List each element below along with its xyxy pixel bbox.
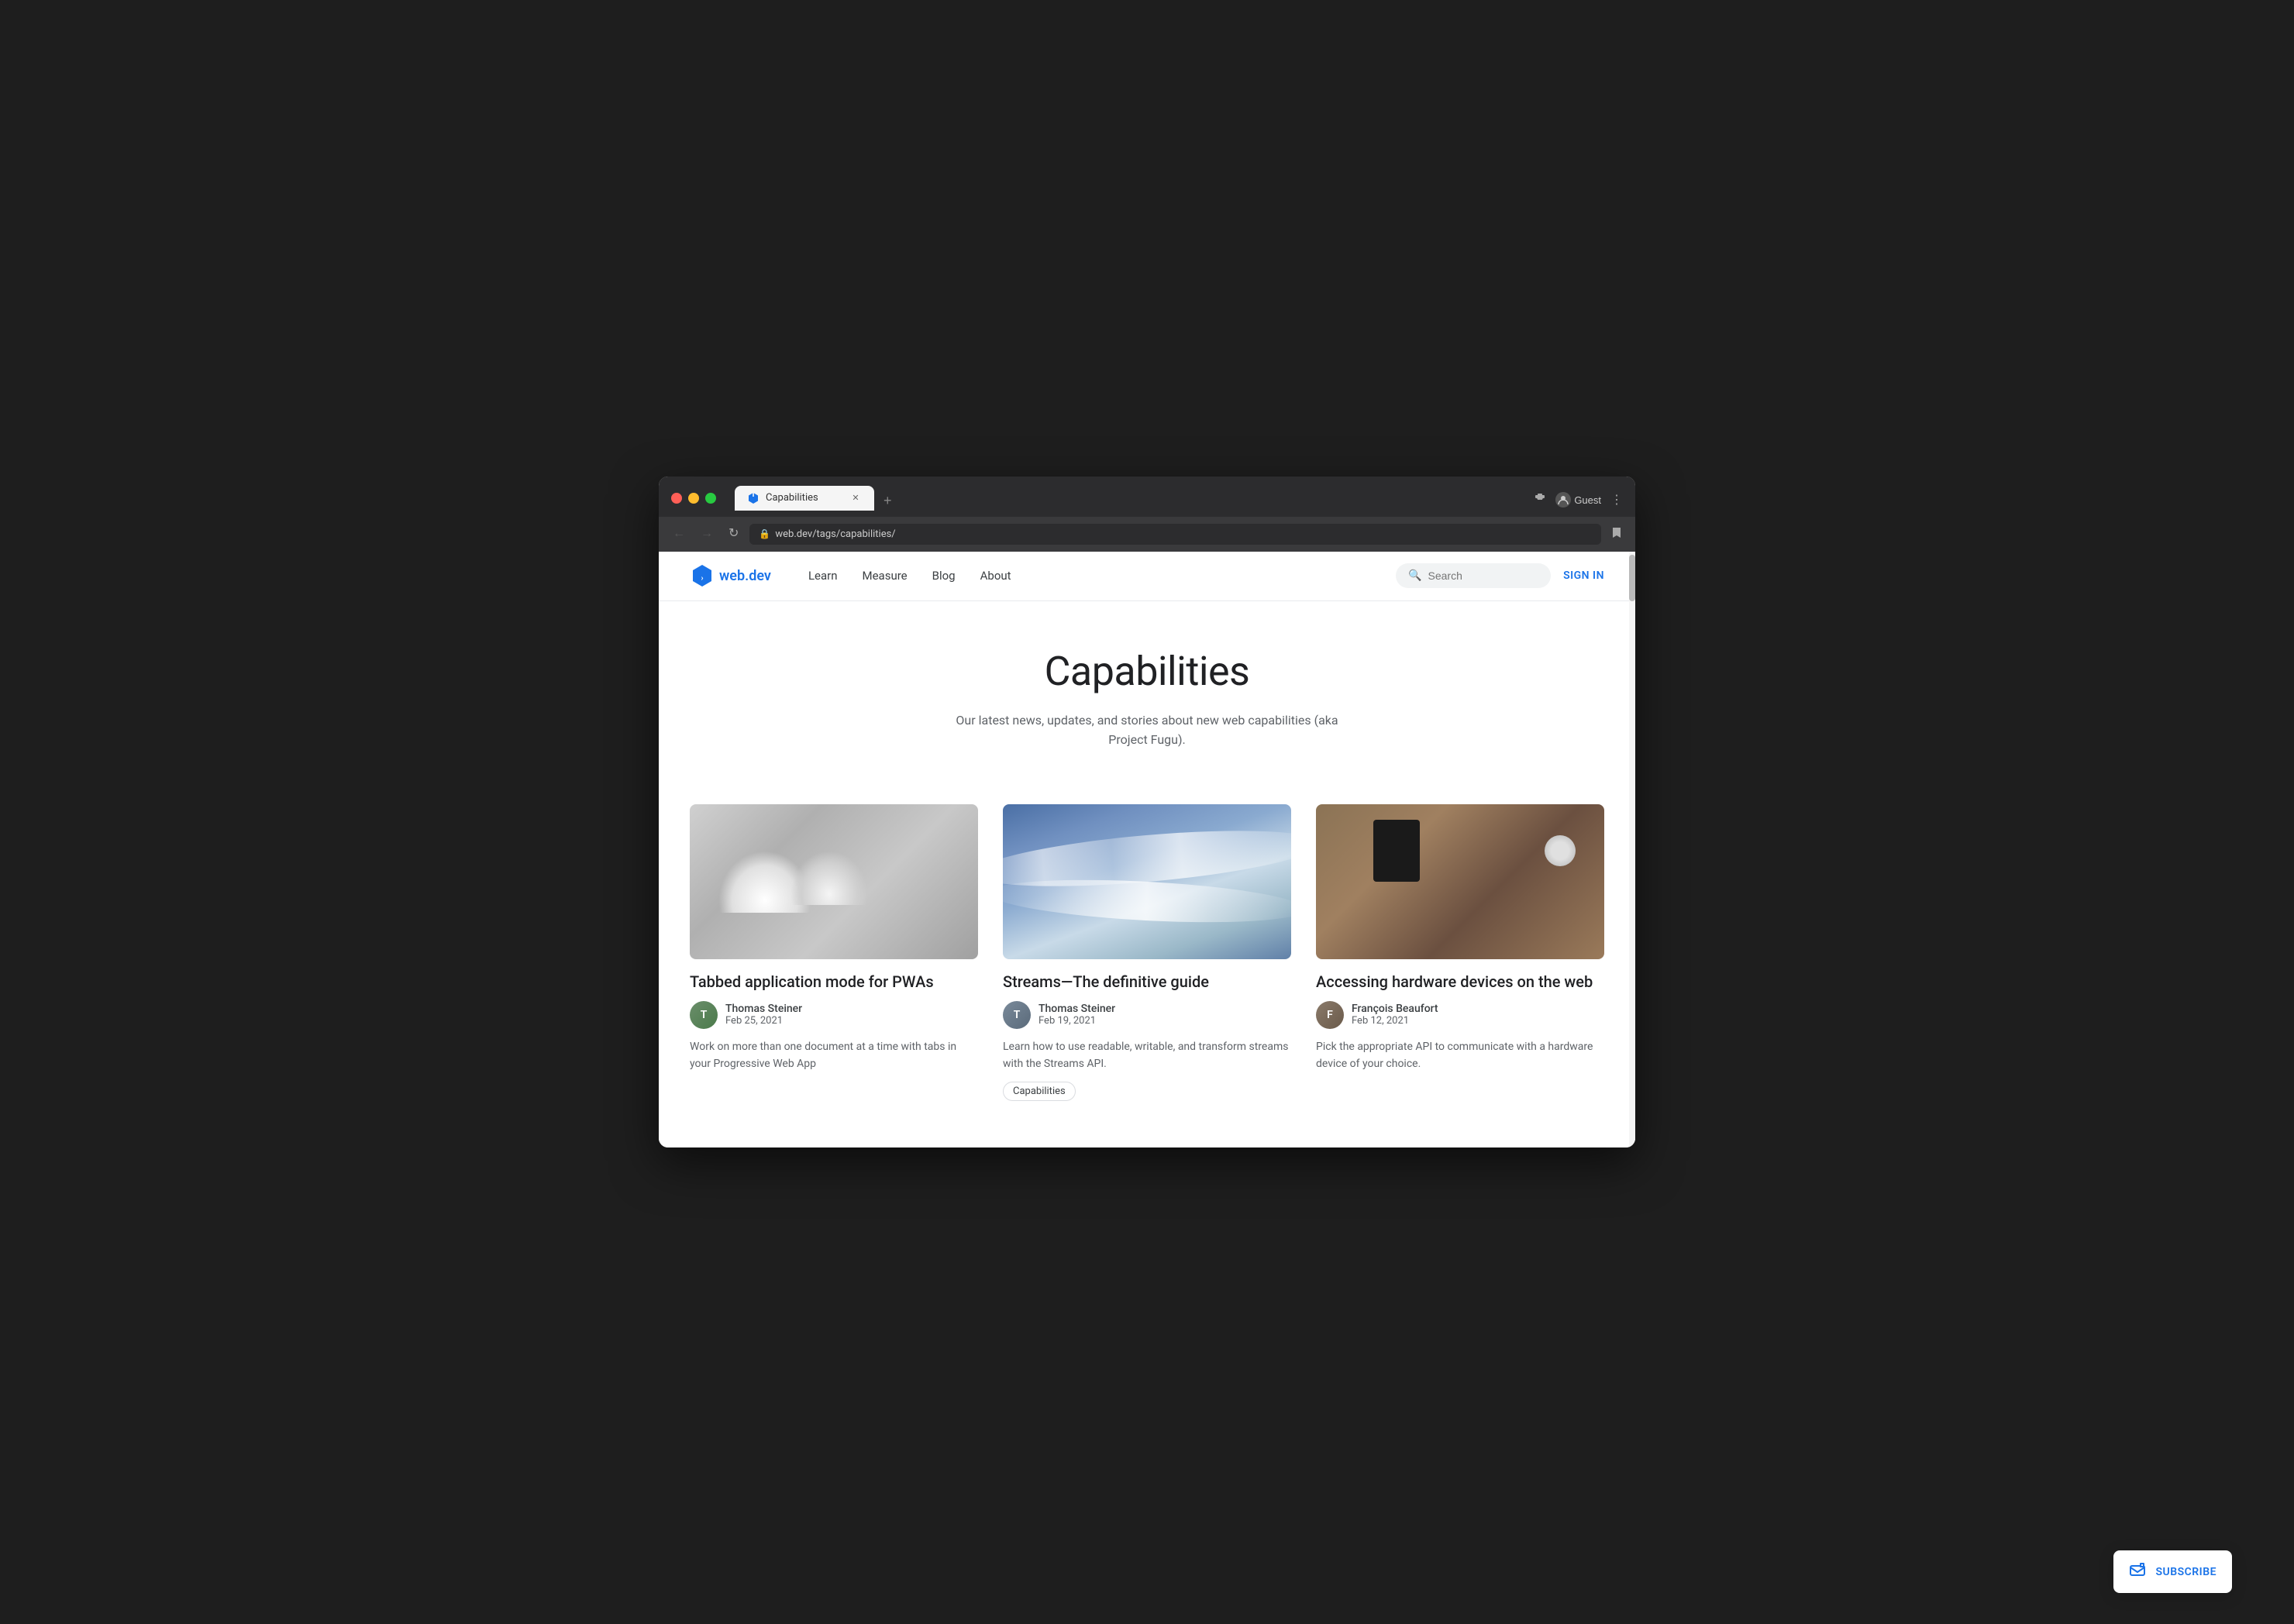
article-title-2: Streams—The definitive guide (1003, 972, 1291, 992)
article-image-3 (1316, 804, 1604, 959)
hero-title: Capabilities (690, 648, 1604, 695)
address-url: web.dev/tags/capabilities/ (775, 528, 895, 540)
article-title-3: Accessing hardware devices on the web (1316, 972, 1604, 992)
profile-button[interactable]: Guest (1555, 492, 1601, 508)
article-date-1: Feb 25, 2021 (725, 1015, 802, 1027)
hero-description: Our latest news, updates, and stories ab… (953, 710, 1341, 750)
browser-chrome: Capabilities ✕ + (659, 477, 1635, 552)
article-image-2 (1003, 804, 1291, 959)
hero-section: Capabilities Our latest news, updates, a… (659, 601, 1635, 781)
author-name-3: François Beaufort (1352, 1003, 1438, 1015)
browser-toolbar: ← → ↻ 🔒 web.dev/tags/capabilities/ (659, 517, 1635, 552)
search-input[interactable] (1428, 569, 1539, 582)
maximize-window-button[interactable] (705, 493, 716, 504)
author-avatar-2: T (1003, 1001, 1031, 1029)
search-box[interactable]: 🔍 (1396, 563, 1551, 588)
author-avatar-placeholder-1: T (690, 1001, 718, 1029)
tab-close-button[interactable]: ✕ (849, 492, 862, 504)
article-author-1: T Thomas Steiner Feb 25, 2021 (690, 1001, 978, 1029)
minimize-window-button[interactable] (688, 493, 699, 504)
article-excerpt-3: Pick the appropriate API to communicate … (1316, 1038, 1604, 1073)
site-nav: › web.dev Learn Measure Blog About 🔍 SIG… (659, 552, 1635, 601)
nav-links: Learn Measure Blog About (796, 551, 1396, 600)
browser-menu-button[interactable]: ⋮ (1607, 489, 1626, 511)
site-logo[interactable]: › web.dev (690, 563, 771, 588)
forward-button[interactable]: → (696, 525, 718, 543)
articles-grid: Tabbed application mode for PWAs T Thoma… (690, 804, 1604, 1102)
lock-icon: 🔒 (759, 528, 770, 539)
author-info-3: François Beaufort Feb 12, 2021 (1352, 1003, 1438, 1027)
bookmark-button[interactable] (1607, 523, 1626, 545)
close-window-button[interactable] (671, 493, 682, 504)
article-card-2[interactable]: Streams—The definitive guide T Thomas St… (1003, 804, 1291, 1102)
nav-right: 🔍 SIGN IN (1396, 563, 1604, 588)
new-tab-button[interactable]: + (877, 490, 898, 511)
svg-text:›: › (701, 574, 703, 583)
article-excerpt-2: Learn how to use readable, writable, and… (1003, 1038, 1291, 1073)
site-logo-text: web.dev (719, 568, 771, 584)
article-image-1 (690, 804, 978, 959)
article-title-1: Tabbed application mode for PWAs (690, 972, 978, 992)
browser-tab-active[interactable]: Capabilities ✕ (735, 486, 874, 511)
tab-favicon (747, 492, 760, 504)
article-image-snow-domes (690, 804, 978, 959)
browser-window: Capabilities ✕ + (659, 477, 1635, 1148)
extensions-button[interactable] (1531, 489, 1549, 511)
browser-titlebar: Capabilities ✕ + (659, 477, 1635, 517)
sign-in-button[interactable]: SIGN IN (1563, 569, 1604, 582)
web-dev-logo-icon: › (690, 563, 715, 588)
article-image-streams (1003, 804, 1291, 959)
scrollbar-thumb[interactable] (1629, 555, 1635, 601)
search-icon: 🔍 (1408, 569, 1421, 582)
back-button[interactable]: ← (668, 525, 690, 543)
article-date-2: Feb 19, 2021 (1038, 1015, 1115, 1027)
page-content: › web.dev Learn Measure Blog About 🔍 SIG… (659, 552, 1635, 1148)
article-card-1[interactable]: Tabbed application mode for PWAs T Thoma… (690, 804, 978, 1102)
author-name-2: Thomas Steiner (1038, 1003, 1115, 1015)
articles-section: Tabbed application mode for PWAs T Thoma… (659, 781, 1635, 1148)
tab-title: Capabilities (766, 492, 843, 504)
author-avatar-placeholder-2: T (1003, 1001, 1031, 1029)
author-info-1: Thomas Steiner Feb 25, 2021 (725, 1003, 802, 1027)
refresh-button[interactable]: ↻ (724, 525, 743, 543)
author-avatar-1: T (690, 1001, 718, 1029)
article-date-3: Feb 12, 2021 (1352, 1015, 1438, 1027)
nav-link-measure[interactable]: Measure (850, 551, 920, 600)
profile-icon (1555, 492, 1571, 508)
article-excerpt-1: Work on more than one document at a time… (690, 1038, 978, 1073)
author-avatar-3: F (1316, 1001, 1344, 1029)
article-author-3: F François Beaufort Feb 12, 2021 (1316, 1001, 1604, 1029)
article-card-3[interactable]: Accessing hardware devices on the web F … (1316, 804, 1604, 1102)
author-name-1: Thomas Steiner (725, 1003, 802, 1015)
article-image-workspace (1316, 804, 1604, 959)
nav-link-blog[interactable]: Blog (920, 551, 968, 600)
article-author-2: T Thomas Steiner Feb 19, 2021 (1003, 1001, 1291, 1029)
author-avatar-placeholder-3: F (1316, 1001, 1344, 1029)
traffic-lights (671, 493, 716, 504)
author-info-2: Thomas Steiner Feb 19, 2021 (1038, 1003, 1115, 1027)
nav-link-about[interactable]: About (968, 551, 1024, 600)
scrollbar-track[interactable] (1629, 552, 1635, 1148)
nav-link-learn[interactable]: Learn (796, 551, 850, 600)
article-tag-capabilities[interactable]: Capabilities (1003, 1082, 1076, 1101)
address-bar[interactable]: 🔒 web.dev/tags/capabilities/ (749, 524, 1601, 545)
profile-label: Guest (1574, 494, 1601, 506)
